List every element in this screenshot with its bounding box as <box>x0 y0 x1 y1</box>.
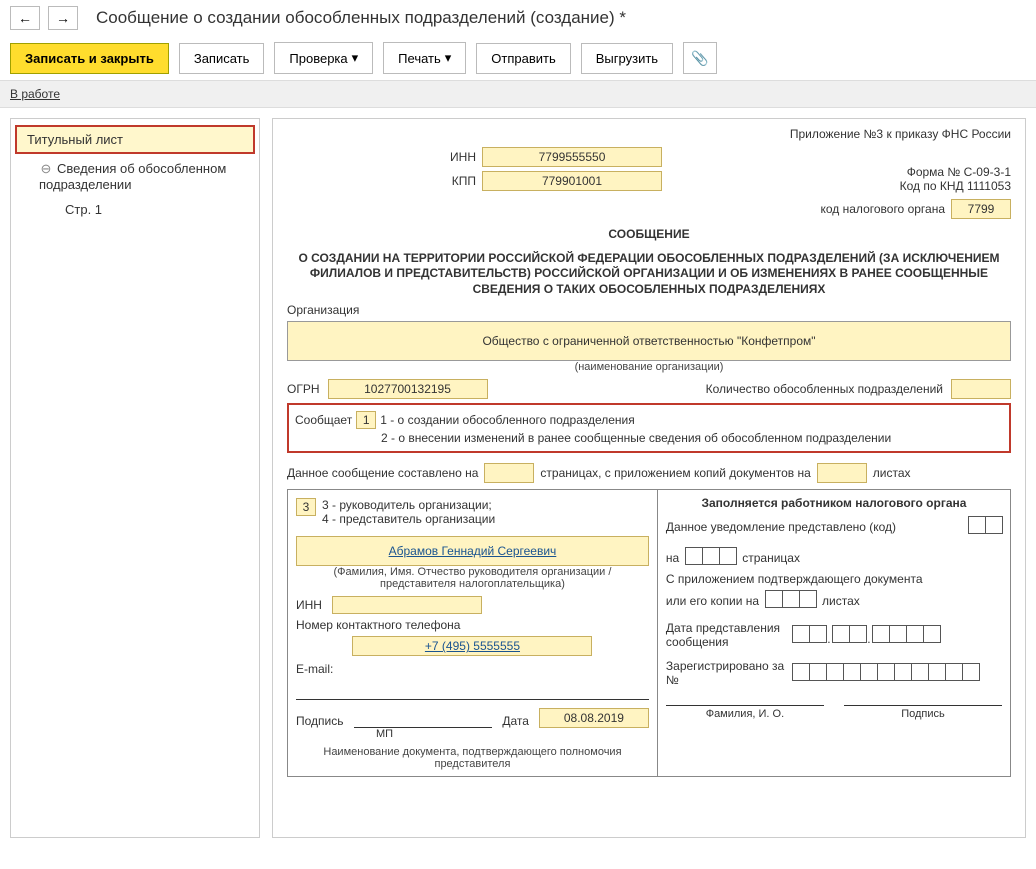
nav-title-page[interactable]: Титульный лист <box>15 125 255 154</box>
notice-code-boxes <box>968 516 1002 537</box>
phone-label: Номер контактного телефона <box>296 618 649 632</box>
soobshaet-label: Сообщает <box>295 413 352 427</box>
org-name-note: (наименование организации) <box>287 361 1011 373</box>
tax-worker-hdr: Заполняется работником налогового органа <box>666 496 1002 510</box>
sign-label: Подпись <box>296 714 344 728</box>
knd-code: Код по КНД 1111053 <box>811 179 1011 193</box>
fio-label: Фамилия, И. О. <box>666 705 824 720</box>
date-present-boxes: .. <box>792 625 940 646</box>
nav-tree: Титульный лист ⊖Сведения об обособленном… <box>10 118 260 838</box>
signer-name-field[interactable]: Абрамов Геннадий Сергеевич <box>296 536 649 566</box>
inn-label: ИНН <box>436 150 476 164</box>
date-field[interactable]: 08.08.2019 <box>539 708 649 728</box>
status-link[interactable]: В работе <box>10 87 60 101</box>
inn-field[interactable]: 7799555550 <box>482 147 662 167</box>
attachment-button[interactable]: 📎 <box>683 42 717 74</box>
check-button[interactable]: Проверка▾ <box>274 42 373 74</box>
nav-page-1[interactable]: Стр. 1 <box>11 197 259 222</box>
back-button[interactable]: ← <box>10 6 40 30</box>
on-label: на <box>666 551 679 565</box>
count-field[interactable] <box>951 379 1011 399</box>
chevron-down-icon: ▾ <box>445 50 452 66</box>
reg-boxes <box>792 663 979 684</box>
signer-note: (Фамилия, Имя. Отчество руководителя орг… <box>296 566 649 590</box>
inn2-label: ИНН <box>296 598 322 612</box>
or-copy-label: или его копии на <box>666 594 759 608</box>
date-label: Дата <box>502 714 529 728</box>
soobshaet-section: Сообщает 1 1 - о создании обособленного … <box>287 403 1011 453</box>
pages-field[interactable] <box>484 463 534 483</box>
collapse-icon: ⊖ <box>39 161 53 177</box>
attach-label: С приложением подтверждающего документа <box>666 572 1002 586</box>
print-button[interactable]: Печать▾ <box>383 42 466 74</box>
save-button[interactable]: Записать <box>179 43 265 74</box>
composed-end: листах <box>873 466 911 480</box>
attach-pages-field[interactable] <box>817 463 867 483</box>
org-label: Организация <box>287 303 1011 317</box>
doc-name-hdr: Наименование документа, подтверждающего … <box>296 746 649 770</box>
kpp-label: КПП <box>436 174 476 188</box>
signer-opt3: 3 - руководитель организации; <box>322 498 495 512</box>
document-content: Приложение №3 к приказу ФНС России ИНН 7… <box>272 118 1026 838</box>
ogrn-label: ОГРН <box>287 382 320 396</box>
composed-mid: страницах, с приложением копий документо… <box>540 466 810 480</box>
signature-line <box>354 712 493 728</box>
save-close-button[interactable]: Записать и закрыть <box>10 43 169 74</box>
email-label: E-mail: <box>296 662 649 676</box>
signer-opt4: 4 - представитель организации <box>322 512 495 526</box>
copy-boxes <box>765 590 816 611</box>
chevron-down-icon: ▾ <box>352 50 359 66</box>
send-button[interactable]: Отправить <box>476 43 570 74</box>
phone-field[interactable]: +7 (495) 5555555 <box>352 636 592 656</box>
tax-code-field[interactable]: 7799 <box>951 199 1011 219</box>
form-no: Форма № С-09-3-1 <box>811 165 1011 179</box>
tax-code-label: код налогового органа <box>821 202 946 216</box>
ogrn-field[interactable]: 1027700132195 <box>328 379 488 399</box>
forward-button[interactable]: → <box>48 6 78 30</box>
nav-subdiv-info[interactable]: ⊖Сведения об обособленном подразделении <box>11 156 259 197</box>
pages-label2: страницах <box>742 551 800 565</box>
date-present-label: Дата представления сообщения <box>666 621 786 649</box>
pages-boxes <box>685 547 736 568</box>
count-label: Количество обособленных подразделений <box>706 382 943 396</box>
soobshaet-opt1: 1 - о создании обособленного подразделен… <box>380 413 635 427</box>
email-field[interactable] <box>296 678 649 700</box>
composed-pre: Данное сообщение составлено на <box>287 466 478 480</box>
notice-code-label: Данное уведомление представлено (код) <box>666 520 962 534</box>
signer-code-field[interactable]: 3 <box>296 498 316 516</box>
mp-label: МП <box>376 728 649 740</box>
org-name-field[interactable]: Общество с ограниченной ответственностью… <box>287 321 1011 361</box>
soobshaet-opt2: 2 - о внесении изменений в ранее сообщен… <box>381 431 891 445</box>
sign2-label: Подпись <box>844 705 1002 720</box>
paperclip-icon: 📎 <box>691 50 708 67</box>
soobshaet-value-field[interactable]: 1 <box>356 411 376 429</box>
doc-title2: О СОЗДАНИИ НА ТЕРРИТОРИИ РОССИЙСКОЙ ФЕДЕ… <box>287 251 1011 298</box>
inn2-field[interactable] <box>332 596 482 614</box>
registered-label: Зарегистрировано за № <box>666 659 786 687</box>
kpp-field[interactable]: 779901001 <box>482 171 662 191</box>
sheets-label2: листах <box>822 594 860 608</box>
app-header: Приложение №3 к приказу ФНС России <box>287 127 1011 141</box>
export-button[interactable]: Выгрузить <box>581 43 673 74</box>
window-title: Сообщение о создании обособленных подраз… <box>96 8 626 28</box>
doc-title1: СООБЩЕНИЕ <box>287 227 1011 243</box>
